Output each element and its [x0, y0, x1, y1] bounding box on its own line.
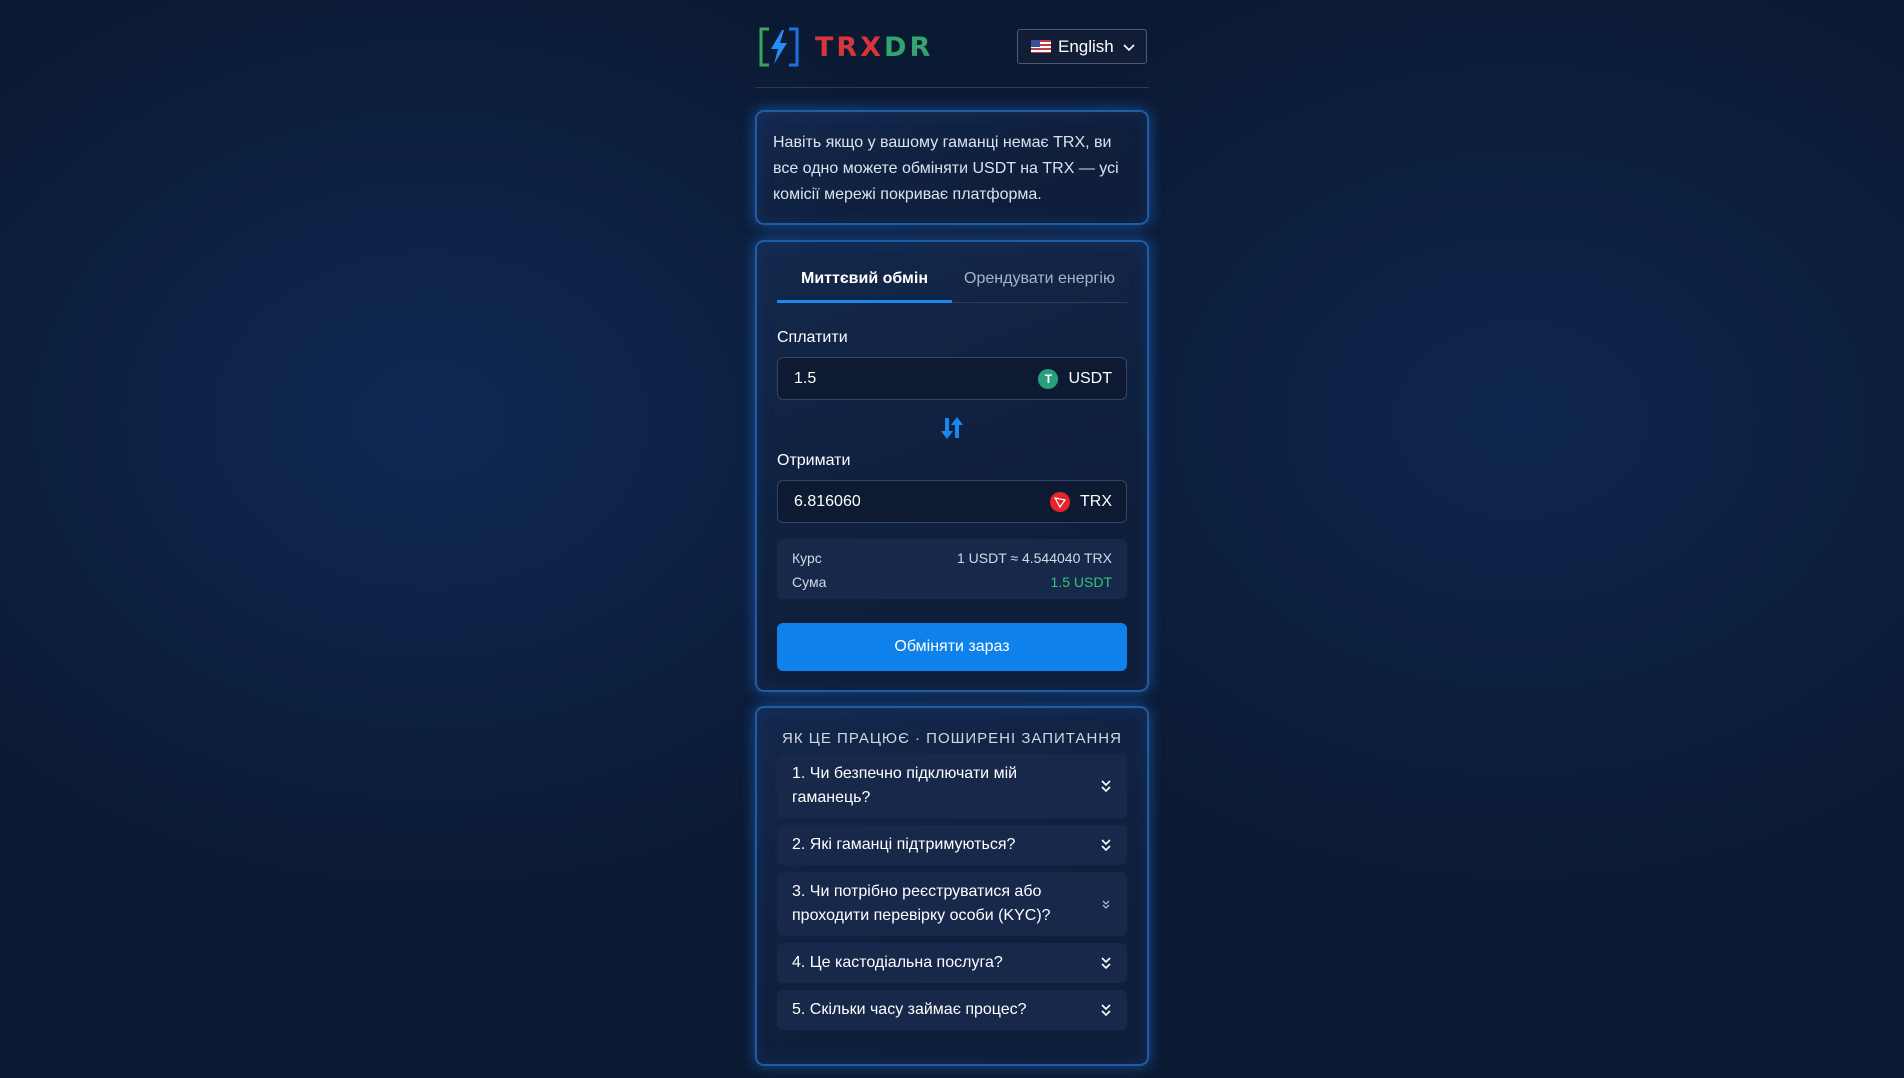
exchange-tabs: Миттєвий обмін Орендувати енергію	[777, 270, 1127, 303]
faq-item[interactable]: 4. Це кастодіальна послуга?	[777, 943, 1127, 983]
faq-item[interactable]: 3. Чи потрібно реєструватися або проходи…	[777, 872, 1127, 936]
rate-row: Курс 1 USDT ≈ 4.544040 TRX	[792, 546, 1112, 570]
tether-icon: T	[1038, 368, 1059, 389]
rate-value: 1 USDT ≈ 4.544040 TRX	[956, 550, 1112, 566]
tab-instant-exchange[interactable]: Миттєвий обмін	[777, 270, 952, 303]
logo-text: TRXDR	[815, 32, 933, 63]
exchange-now-button[interactable]: Обміняти зараз	[777, 623, 1127, 671]
faq-item[interactable]: 1. Чи безпечно підключати мій гаманець?	[777, 754, 1127, 818]
receive-amount-input[interactable]	[794, 492, 1050, 511]
pay-label: Сплатити	[777, 329, 848, 346]
rate-label: Курс	[792, 550, 822, 566]
swap-button[interactable]	[777, 414, 1127, 444]
faq-item[interactable]: 5. Скільки часу займає процес?	[777, 990, 1127, 1030]
info-card: Навіть якщо у вашому гаманці немає TRX, …	[755, 110, 1149, 225]
faq-item[interactable]: 2. Які гаманці підтримуються?	[777, 825, 1127, 865]
sum-value: 1.5 USDT	[1050, 574, 1112, 590]
double-chevron-down-icon	[1101, 780, 1111, 793]
double-chevron-down-icon	[1101, 957, 1111, 970]
faq-card: ЯК ЦЕ ПРАЦЮЄ · ПОШИРЕНІ ЗАПИТАННЯ 1. Чи …	[755, 706, 1149, 1066]
receive-coin-label: TRX	[1080, 492, 1112, 510]
tab-rent-energy[interactable]: Орендувати енергію	[952, 270, 1127, 303]
logo-text-dr: DR	[884, 31, 934, 63]
tron-icon	[1050, 491, 1070, 512]
faq-question: 5. Скільки часу займає процес?	[792, 1001, 1027, 1018]
pay-field: T USDT	[777, 357, 1127, 400]
receive-coin: TRX	[1050, 491, 1112, 512]
sum-row: Сума 1.5 USDT	[792, 570, 1112, 594]
receive-label: Отримати	[777, 452, 851, 469]
faq-question: 2. Які гаманці підтримуються?	[792, 836, 1016, 853]
faq-question: 1. Чи безпечно підключати мій гаманець?	[792, 765, 1018, 806]
double-chevron-down-icon	[1101, 839, 1111, 852]
logo[interactable]: TRXDR	[757, 26, 933, 68]
logo-text-trx: TRX	[815, 31, 885, 63]
faq-question: 3. Чи потрібно реєструватися або проходи…	[792, 883, 1051, 924]
receive-field: TRX	[777, 480, 1127, 523]
double-chevron-down-icon	[1101, 1004, 1111, 1017]
rate-summary: Курс 1 USDT ≈ 4.544040 TRX Сума 1.5 USDT	[777, 539, 1127, 599]
pay-coin-label: USDT	[1068, 369, 1112, 387]
chevron-down-icon	[1123, 43, 1135, 51]
sum-label: Сума	[792, 574, 827, 590]
swap-arrows-icon	[941, 417, 963, 439]
us-flag-icon	[1031, 40, 1051, 53]
info-text: Навіть якщо у вашому гаманці немає TRX, …	[773, 134, 1119, 203]
exchange-card: Миттєвий обмін Орендувати енергію Сплати…	[755, 240, 1149, 692]
language-label: English	[1058, 36, 1114, 56]
faq-question: 4. Це кастодіальна послуга?	[792, 954, 1003, 971]
header: TRXDR English	[755, 0, 1149, 88]
lightning-logo-icon	[759, 27, 799, 67]
faq-title: ЯК ЦЕ ПРАЦЮЄ · ПОШИРЕНІ ЗАПИТАННЯ	[782, 730, 1122, 747]
main-column: TRXDR English Навіть якщо у вашому гаман…	[755, 0, 1149, 1066]
pay-coin: T USDT	[1038, 368, 1112, 389]
language-selector[interactable]: English	[1017, 29, 1147, 64]
pay-amount-input[interactable]	[794, 369, 1039, 388]
double-chevron-down-icon	[1102, 900, 1110, 909]
